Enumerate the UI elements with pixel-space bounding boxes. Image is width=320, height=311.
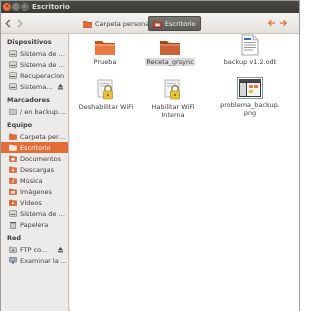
arrow-left-icon [5, 18, 11, 28]
file-label: Habilitar WiFi Interna [151, 103, 195, 119]
sidebar-item-drive-1[interactable]: Sistema de a... [1, 48, 68, 59]
home-folder-icon [83, 20, 92, 28]
sidebar-item-drive-3[interactable]: Sistema... [1, 81, 68, 92]
drive-icon [9, 50, 17, 58]
drive-icon [9, 83, 17, 91]
file-item-problema-backup-png[interactable]: problema_backup. png [220, 77, 280, 117]
breadcrumb-home-label: Carpeta personal [95, 19, 151, 28]
scroll-right-button[interactable] [279, 18, 288, 28]
sidebar-item-pictures[interactable]: Imágenes [1, 186, 68, 197]
breadcrumb-current[interactable]: Escritorio [148, 16, 201, 31]
minimize-button[interactable]: – [12, 3, 20, 11]
sidebar-item-downloads[interactable]: Descargas [1, 164, 68, 175]
forward-button[interactable] [14, 17, 25, 29]
sidebar-item-home[interactable]: Carpeta perso... [1, 131, 68, 142]
sidebar-item-drive-2[interactable]: Sistema de a... [1, 59, 68, 70]
sidebar-item-browse-network[interactable]: Examinar la ... [1, 255, 68, 266]
toolbar: Carpeta personal Escritorio [1, 13, 299, 34]
sidebar-section-computer: Equipo [7, 121, 33, 129]
file-item-habilitar-wifi[interactable]: Habilitar WiFi Interna [146, 79, 200, 119]
file-view[interactable]: Prueba Receta_grsync backup v1.2.odt Des… [70, 34, 299, 311]
drive-icon [9, 210, 17, 218]
orange-arrow-left-icon [267, 19, 276, 27]
file-label: Receta_grsync [145, 58, 195, 66]
scroll-left-button[interactable] [267, 18, 276, 28]
downloads-folder-icon [9, 166, 17, 174]
orange-arrow-right-icon [279, 19, 288, 27]
trash-icon [9, 221, 17, 229]
file-item-receta-grsync[interactable]: Receta_grsync [145, 38, 195, 66]
network-icon [9, 257, 17, 265]
title-bar[interactable]: × – □ Escritorio [1, 1, 299, 13]
close-button[interactable]: × [3, 3, 11, 11]
file-item-deshabilitar-wifi[interactable]: Deshabilitar WiFi [78, 79, 134, 111]
file-item-backup-odt[interactable]: backup v1.2.odt [220, 34, 280, 66]
maximize-icon: □ [22, 3, 28, 10]
minimize-icon: – [14, 3, 18, 10]
window-title: Escritorio [32, 3, 70, 11]
drive-icon [9, 61, 17, 69]
sidebar-item-trash[interactable]: Papelera [1, 219, 68, 230]
sidebar-item-music[interactable]: Música [1, 175, 68, 186]
sidebar-item-recuperacion[interactable]: Recuperacion [1, 70, 68, 81]
close-icon: × [4, 3, 10, 10]
arrow-right-icon [17, 18, 23, 28]
bookmark-folder-icon [9, 108, 17, 116]
folder-icon [95, 41, 115, 55]
file-label: Deshabilitar WiFi [78, 103, 134, 111]
sidebar-item-documents[interactable]: Documentos [1, 153, 68, 164]
sidebar-item-videos[interactable]: Vídeos [1, 197, 68, 208]
file-label: backup v1.2.odt [223, 58, 277, 66]
sidebar-item-desktop[interactable]: Escritorio [1, 142, 68, 153]
file-manager-window: × – □ Escritorio Carpeta personal Escrit… [0, 0, 300, 311]
file-label: problema_backup. png [220, 101, 280, 117]
back-button[interactable] [3, 17, 14, 29]
desktop-folder-icon [153, 20, 162, 28]
script-lock-icon [97, 79, 113, 100]
script-lock-icon [164, 79, 180, 100]
sidebar-item-bookmark-backup[interactable]: / en backup.... [1, 106, 68, 117]
desktop-folder-icon [9, 144, 17, 152]
breadcrumb-home[interactable]: Carpeta personal [79, 16, 155, 31]
folder-icon [160, 41, 180, 55]
sidebar-item-ftp[interactable]: FTP co... [1, 244, 68, 255]
home-folder-icon [9, 133, 17, 141]
music-folder-icon [9, 177, 17, 185]
sidebar-section-bookmarks: Marcadores [7, 96, 50, 104]
maximize-button[interactable]: □ [21, 3, 29, 11]
image-icon [237, 77, 263, 99]
file-item-prueba[interactable]: Prueba [80, 38, 130, 66]
videos-folder-icon [9, 199, 17, 207]
document-icon [241, 34, 259, 56]
network-folder-icon [9, 246, 17, 254]
eject-icon[interactable] [57, 246, 64, 253]
sidebar-section-network: Red [7, 234, 22, 242]
sidebar-section-devices: Dispositivos [7, 38, 52, 46]
file-label: Prueba [93, 58, 117, 66]
sidebar: Dispositivos Sistema de a... Sistema de … [1, 34, 69, 311]
pictures-folder-icon [9, 188, 17, 196]
documents-folder-icon [9, 155, 17, 163]
breadcrumb-current-label: Escritorio [165, 19, 196, 28]
drive-icon [9, 72, 17, 80]
sidebar-item-filesystem[interactable]: Sistema de a... [1, 208, 68, 219]
eject-icon[interactable] [57, 83, 64, 90]
